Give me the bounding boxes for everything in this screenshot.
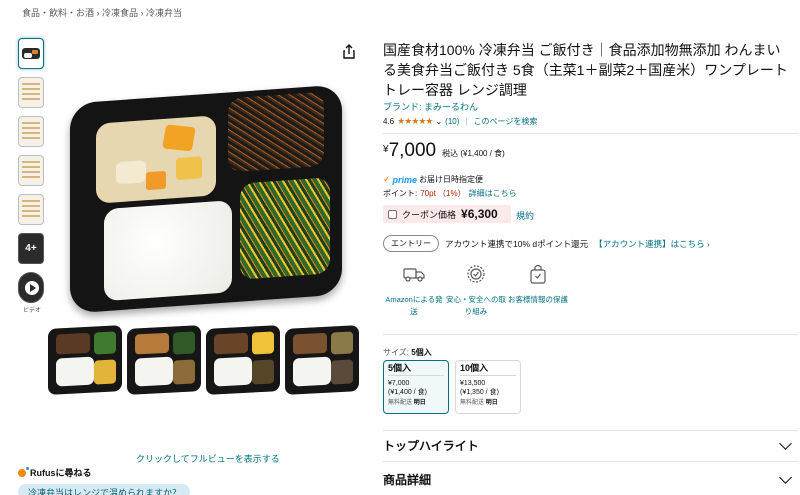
size-option-name: 5個入 bbox=[388, 364, 444, 376]
size-label: サイズ: 5個入 bbox=[383, 348, 432, 357]
feature-privacy[interactable]: お客様情報の保護 bbox=[507, 262, 569, 318]
main-product-image[interactable] bbox=[64, 84, 354, 316]
thumbnail-column: 4+ ビデオ bbox=[18, 38, 46, 314]
price-value: 7,000 bbox=[388, 140, 437, 161]
breadcrumb[interactable]: 食品・飲料・お酒 › 冷凍食品 › 冷凍弁当 bbox=[22, 6, 182, 19]
accordion-top-highlights[interactable]: トップハイライト bbox=[383, 437, 798, 454]
variant-image-1[interactable] bbox=[48, 325, 122, 395]
variant-image-3[interactable] bbox=[206, 325, 280, 395]
feature-row: Amazonによる発送 安心・安全への取り組み お客様情報の保護 bbox=[383, 262, 569, 318]
feature-label: お客様情報の保護 bbox=[508, 295, 568, 304]
points-label: ポイント: bbox=[383, 189, 418, 198]
points-detail-link[interactable]: 詳細はこちら bbox=[469, 188, 517, 199]
more-count: 4+ bbox=[25, 243, 37, 254]
entry-button[interactable]: エントリー bbox=[383, 235, 439, 252]
rating-count-link[interactable]: (10) bbox=[445, 117, 459, 126]
size-option-unit: (¥1,400 / 食) bbox=[388, 389, 427, 396]
coupon-label: クーポン価格 bbox=[402, 209, 457, 220]
size-option-shipping: 無料配送 明日 bbox=[460, 400, 498, 406]
chevron-down-icon bbox=[779, 471, 792, 484]
price-row: ¥ 7,000 税込 (¥1,400 / 食) bbox=[383, 140, 505, 162]
prime-logo: prime bbox=[392, 174, 418, 185]
account-promo-text: アカウント連携で10% dポイント還元 bbox=[445, 238, 589, 249]
coupon-price: ¥6,300 bbox=[461, 207, 498, 221]
divider bbox=[383, 334, 798, 335]
accordion-product-details[interactable]: 商品詳細 bbox=[383, 471, 798, 488]
coupon-checkbox[interactable] bbox=[388, 209, 397, 219]
coupon-box[interactable]: クーポン価格 ¥6,300 bbox=[383, 205, 511, 223]
feature-label: Amazonによる発送 bbox=[385, 295, 443, 316]
thumbnail-2[interactable] bbox=[18, 77, 44, 108]
divider bbox=[383, 461, 798, 462]
variant-image-row bbox=[48, 325, 359, 395]
share-icon[interactable] bbox=[341, 44, 357, 60]
accordion-label: 商品詳細 bbox=[383, 473, 432, 487]
prime-check-icon: ✓ bbox=[383, 174, 391, 184]
variant-image-2[interactable] bbox=[127, 325, 201, 395]
rufus-suggested-question[interactable]: 冷凍弁当はレンジで温められますか？ bbox=[18, 484, 190, 495]
size-option-shipping: 無料配送 明日 bbox=[388, 400, 426, 406]
prime-row: ✓ prime お届け日時指定便 bbox=[383, 174, 483, 185]
bento-tray-image bbox=[70, 84, 342, 314]
points-value: 70pt （1%） bbox=[420, 189, 466, 198]
size-option-name: 10個入 bbox=[460, 364, 516, 376]
divider bbox=[383, 430, 798, 431]
thumbnail-more[interactable]: 4+ bbox=[18, 233, 44, 264]
product-title: 国産食材100% 冷凍弁当 ご飯付き｜食品添加物無添加 わんまいる美食弁当ご飯付… bbox=[383, 42, 788, 98]
size-option-10[interactable]: 10個入 ¥13,500 (¥1,350 / 食) 無料配送 明日 bbox=[455, 360, 521, 414]
truck-icon bbox=[403, 268, 425, 282]
search-page-link[interactable]: このページを検索 bbox=[473, 116, 537, 127]
size-option-price: ¥7,000 bbox=[388, 380, 410, 387]
thumbnail-video[interactable] bbox=[18, 272, 44, 303]
chevron-down-icon bbox=[779, 437, 792, 450]
account-link-row: エントリー アカウント連携で10% dポイント還元 【アカウント連携】はこちら … bbox=[383, 235, 710, 252]
thumbnail-5[interactable] bbox=[18, 194, 44, 225]
video-label: ビデオ bbox=[22, 308, 41, 314]
brand-link[interactable]: ブランド: まみーるわん bbox=[383, 100, 478, 113]
feature-amazon-shipping[interactable]: Amazonによる発送 bbox=[383, 262, 445, 318]
rufus-header[interactable]: Rufusに尋ねる bbox=[18, 466, 92, 479]
account-link[interactable]: 【アカウント連携】はこちら › bbox=[594, 238, 710, 250]
chevron-down-icon[interactable]: ⌄ bbox=[435, 117, 442, 126]
thumbnail-1[interactable] bbox=[18, 38, 44, 69]
rufus-label: Rufusに尋ねる bbox=[30, 468, 92, 478]
size-selected-value: 5個入 bbox=[411, 348, 432, 357]
rating-value: 4.6 bbox=[383, 117, 395, 126]
prime-delivery-text: お届け日時指定便 bbox=[419, 175, 484, 184]
feature-safety[interactable]: 安心・安全への取り組み bbox=[445, 262, 507, 318]
points-row: ポイント: 70pt （1%） 詳細はこちら bbox=[383, 188, 517, 199]
rufus-icon bbox=[18, 466, 29, 477]
lock-bag-icon bbox=[530, 264, 546, 284]
play-icon bbox=[25, 281, 39, 295]
variant-image-4[interactable] bbox=[285, 325, 359, 395]
feature-label: 安心・安全への取り組み bbox=[446, 295, 506, 316]
full-view-link[interactable]: クリックしてフルビューを表示する bbox=[136, 452, 280, 465]
divider bbox=[383, 133, 798, 134]
size-option-price: ¥13,500 bbox=[460, 380, 486, 387]
star-rating-icon[interactable]: ★★★★★ bbox=[397, 116, 433, 127]
safety-badge-icon bbox=[467, 265, 485, 283]
rating-row: 4.6 ★★★★★ ⌄ (10) | このページを検索 bbox=[383, 116, 537, 127]
coupon-terms-link[interactable]: 規約 bbox=[516, 209, 534, 222]
thumbnail-4[interactable] bbox=[18, 155, 44, 186]
price-tax-note: 税込 (¥1,400 / 食) bbox=[442, 149, 505, 158]
accordion-label: トップハイライト bbox=[383, 439, 479, 453]
separator: | bbox=[465, 117, 468, 126]
size-option-unit: (¥1,350 / 食) bbox=[460, 389, 499, 396]
thumbnail-3[interactable] bbox=[18, 116, 44, 147]
size-option-5[interactable]: 5個入 ¥7,000 (¥1,400 / 食) 無料配送 明日 bbox=[383, 360, 449, 414]
